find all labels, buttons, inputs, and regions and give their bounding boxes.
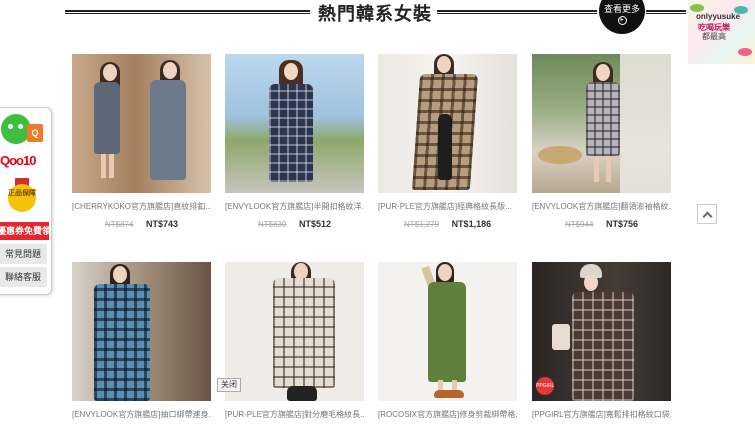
sale-price: NT$756 <box>605 219 638 229</box>
model-shoes <box>434 390 464 398</box>
contact-support-button[interactable]: 聯絡客服 <box>0 267 47 287</box>
model-head <box>437 56 451 73</box>
product-prices: NT$874 NT$743 <box>72 219 211 229</box>
sale-price: NT$1,186 <box>451 219 492 229</box>
model-dress <box>269 84 313 182</box>
play-arrow-icon: ▸ <box>617 16 627 25</box>
product-card[interactable]: [CHERRYKOKO官方旗艦店]直紋排釦... NT$874 NT$743 <box>72 54 211 229</box>
product-image[interactable] <box>225 54 364 193</box>
product-name[interactable]: [PUR-PLE官方旗艦店]經典格紋長版... <box>378 201 517 212</box>
model-head <box>438 264 452 281</box>
ad-text-3: 都最高 <box>702 32 726 41</box>
model-inner <box>438 114 452 180</box>
model-head <box>584 274 598 291</box>
original-price: NT$1,279 <box>403 220 440 229</box>
image-background <box>72 54 211 193</box>
product-name[interactable]: [ENVYLOOK官方旗艦店]抽口綁帶連身... <box>72 409 211 420</box>
medal-text: 正品保障 <box>8 184 36 212</box>
header-rule-far <box>646 10 686 14</box>
promo-ad-banner[interactable]: onlyyusuke 吃喝玩樂 都最高 <box>688 0 755 64</box>
ad-text-1: onlyyusuke <box>696 12 741 21</box>
sale-price: NT$512 <box>298 219 331 229</box>
free-coupon-button[interactable]: 優惠券免費領 <box>0 222 49 240</box>
model-boots <box>287 386 317 401</box>
model-dress <box>150 80 186 180</box>
shopping-bag-icon[interactable]: Q <box>27 124 43 142</box>
model-dress <box>94 284 150 401</box>
model-leg <box>594 156 599 182</box>
original-price: NT$944 <box>564 220 594 229</box>
product-image[interactable] <box>378 54 517 193</box>
model-shirt-dress <box>273 278 335 388</box>
product-image[interactable]: PPGIRL <box>532 262 671 401</box>
model-dress <box>428 282 466 382</box>
model-head <box>284 63 298 80</box>
model-bag <box>552 324 570 350</box>
product-image[interactable] <box>72 262 211 401</box>
section-header: 熱門韓系女裝 查看更多 ▸ <box>0 0 755 40</box>
product-name[interactable]: [ROCOSIX官方旗艦店]修身剪裁綁帶格... <box>378 409 517 420</box>
model-leg <box>101 154 106 178</box>
product-card[interactable]: PPGIRL [PPGIRL官方旗艦店]寬鬆排扣格紋口袋... <box>532 262 671 420</box>
product-name[interactable]: [ENVYLOOK官方旗艦店]翻領澎袖格紋... <box>532 201 671 212</box>
straw-hat <box>538 146 582 164</box>
view-more-label: 查看更多 <box>603 4 640 14</box>
product-card[interactable]: [ROCOSIX官方旗艦店]修身剪裁綁帶格... <box>378 262 517 420</box>
product-image[interactable] <box>225 262 364 401</box>
model-head <box>103 64 117 81</box>
curtain <box>620 54 671 193</box>
product-prices: NT$944 NT$756 <box>532 219 671 229</box>
product-name[interactable]: [PUR-PLE官方旗艦店]對分磨毛格紋長... <box>225 409 364 420</box>
scroll-to-top-button[interactable] <box>697 204 717 224</box>
product-card[interactable]: [ENVYLOOK官方旗艦店]翻領澎袖格紋... NT$944 NT$756 <box>532 54 671 229</box>
model-dress <box>586 82 620 156</box>
product-image[interactable] <box>378 262 517 401</box>
model-dress <box>94 82 120 154</box>
header-rule-right <box>437 10 597 14</box>
model-head <box>163 62 177 79</box>
product-name[interactable]: [CHERRYKOKO官方旗艦店]直紋排釦... <box>72 201 211 212</box>
original-price: NT$874 <box>104 220 134 229</box>
flower-decoration <box>738 48 752 56</box>
sale-price: NT$743 <box>145 219 178 229</box>
view-more-button[interactable]: 查看更多 ▸ <box>599 0 645 34</box>
original-price: NT$639 <box>257 220 287 229</box>
model-leg <box>109 154 114 178</box>
product-prices: NT$1,279 NT$1,186 <box>378 219 517 229</box>
qoo10-logo[interactable]: Qoo10 <box>0 153 36 168</box>
product-card[interactable]: [PUR-PLE官方旗艦店]對分磨毛格紋長... <box>225 262 364 420</box>
product-name[interactable]: [ENVYLOOK官方旗艦店]半開扣格紋洋... <box>225 201 364 212</box>
product-image[interactable] <box>532 54 671 193</box>
model-leg <box>606 156 611 182</box>
chevron-up-icon <box>702 211 713 222</box>
brand-badge: PPGIRL <box>536 377 554 395</box>
product-card[interactable]: [ENVYLOOK官方旗艦店]抽口綁帶連身... <box>72 262 211 420</box>
faq-button[interactable]: 常見問題 <box>0 244 47 264</box>
model-head <box>596 64 610 81</box>
product-image[interactable] <box>72 54 211 193</box>
section-title: 熱門韓系女裝 <box>318 4 432 25</box>
leaf-decoration <box>690 4 704 12</box>
header-rule-left <box>65 10 310 14</box>
close-button[interactable]: 关闭 <box>217 378 241 392</box>
authentic-guarantee-medal-icon[interactable]: 正品保障 <box>7 178 37 212</box>
product-card[interactable]: [PUR-PLE官方旗艦店]經典格紋長版... NT$1,279 NT$1,18… <box>378 54 517 229</box>
product-name[interactable]: [PPGIRL官方旗艦店]寬鬆排扣格紋口袋... <box>532 409 671 420</box>
floating-sidebar: Q Qoo10 正品保障 優惠券免費領 常見問題 聯絡客服 <box>0 107 52 295</box>
model-coat <box>572 292 634 401</box>
product-prices: NT$639 NT$512 <box>225 219 364 229</box>
model-head <box>113 266 127 283</box>
product-card[interactable]: [ENVYLOOK官方旗艦店]半開扣格紋洋... NT$639 NT$512 <box>225 54 364 229</box>
